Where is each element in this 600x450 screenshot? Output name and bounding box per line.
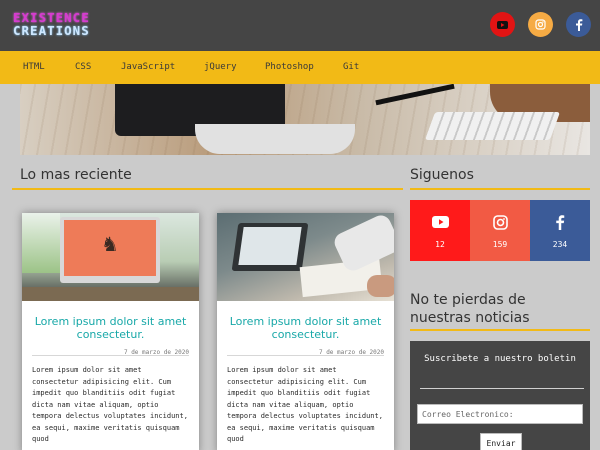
post-image[interactable]: ♞ xyxy=(22,213,199,301)
submit-button[interactable]: Enviar xyxy=(480,433,522,450)
facebook-icon xyxy=(556,214,565,230)
instagram-link[interactable] xyxy=(528,12,553,37)
main-nav: HTML CSS JavaScript jQuery Photoshop Git xyxy=(0,51,600,84)
instagram-count: 159 xyxy=(492,240,508,249)
section-divider xyxy=(12,188,403,190)
nav-item-html[interactable]: HTML xyxy=(23,62,45,72)
facebook-icon xyxy=(575,18,582,31)
post-divider xyxy=(227,355,384,356)
nav-item-css[interactable]: CSS xyxy=(75,62,91,72)
youtube-icon xyxy=(497,20,508,29)
facebook-link[interactable] xyxy=(566,12,591,37)
facebook-count: 234 xyxy=(552,240,568,249)
instagram-icon xyxy=(535,19,546,30)
newsletter-heading: Suscribete a nuestro boletin xyxy=(424,354,576,364)
nav-item-photoshop[interactable]: Photoshop xyxy=(265,62,314,72)
facebook-follow-box[interactable]: 234 xyxy=(530,200,590,261)
sidebar-title-follow: Siguenos xyxy=(410,167,474,183)
newsletter-divider xyxy=(410,329,590,331)
post-title[interactable]: Lorem ipsum dolor sit amet consectetur. xyxy=(32,315,189,341)
newsletter-rule xyxy=(420,388,584,389)
instagram-icon xyxy=(492,214,508,230)
post-card[interactable]: ♞ Lorem ipsum dolor sit amet consectetur… xyxy=(22,213,199,450)
post-excerpt: Lorem ipsum dolor sit amet consectetur a… xyxy=(32,366,188,443)
sidebar-divider xyxy=(410,188,590,190)
newsletter-box: Suscribete a nuestro boletin Enviar xyxy=(410,341,590,450)
section-title-recent: Lo mas reciente xyxy=(20,167,132,183)
youtube-icon xyxy=(431,216,449,228)
youtube-link[interactable] xyxy=(490,12,515,37)
nav-item-git[interactable]: Git xyxy=(343,62,359,72)
nav-item-javascript[interactable]: JavaScript xyxy=(121,62,175,72)
post-card[interactable]: Lorem ipsum dolor sit amet consectetur. … xyxy=(217,213,394,450)
site-logo[interactable]: EXISTENCE CREATIONS xyxy=(13,11,90,37)
post-excerpt: Lorem ipsum dolor sit amet consectetur a… xyxy=(227,366,383,443)
logo-line-2: CREATIONS xyxy=(13,23,90,38)
hero-image xyxy=(20,84,590,155)
youtube-follow-box[interactable]: 12 xyxy=(410,200,470,261)
newsletter-title: No te pierdas de nuestras noticias xyxy=(410,292,530,326)
post-image[interactable] xyxy=(217,213,394,301)
youtube-count: 12 xyxy=(435,240,445,249)
post-title[interactable]: Lorem ipsum dolor sit amet consectetur. xyxy=(227,315,384,341)
email-field[interactable] xyxy=(417,404,583,424)
post-divider xyxy=(32,355,189,356)
instagram-follow-box[interactable]: 159 xyxy=(470,200,530,261)
top-header: EXISTENCE CREATIONS xyxy=(0,0,600,51)
deer-icon: ♞ xyxy=(101,232,119,256)
nav-item-jquery[interactable]: jQuery xyxy=(204,62,237,72)
